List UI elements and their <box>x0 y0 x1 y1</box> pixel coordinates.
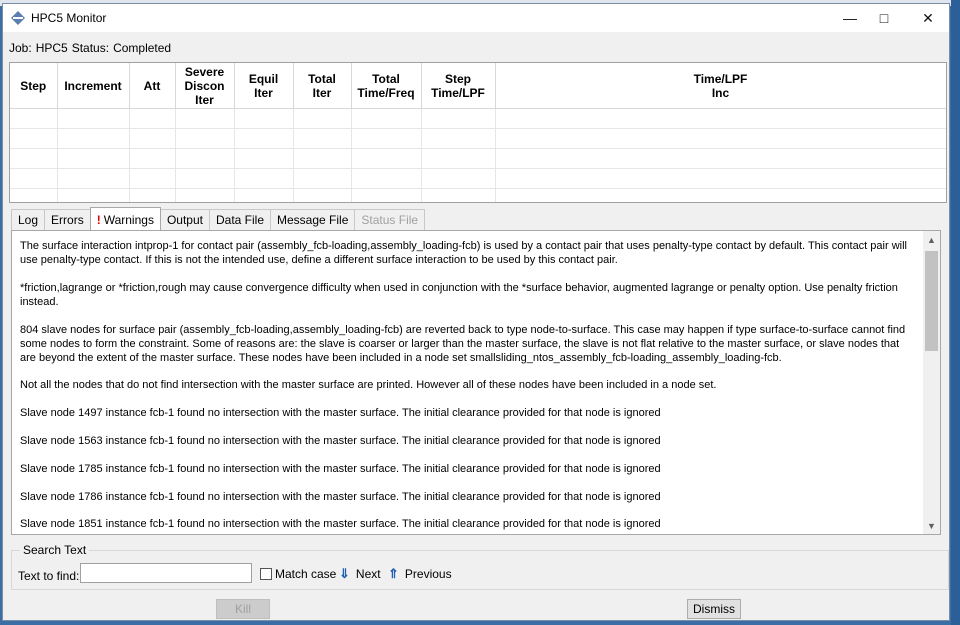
dismiss-button[interactable]: Dismiss <box>687 599 741 619</box>
column-header-equil-iter[interactable]: Equil Iter <box>234 63 294 109</box>
warnings-text: The surface interaction intprop-1 for co… <box>20 239 912 534</box>
column-header-time-lpf-inc[interactable]: Time/LPF Inc <box>495 63 946 109</box>
maximize-button[interactable]: □ <box>862 4 906 32</box>
tab-status-file: Status File <box>354 209 426 230</box>
job-label: Job: <box>9 41 32 55</box>
maximize-icon: □ <box>879 10 889 26</box>
monitor-window: HPC5 Monitor — □ ✕ Job: HPC5 Status: Comple… <box>2 3 950 621</box>
job-status-line: Job: HPC5 Status: Completed <box>9 41 175 55</box>
match-case-checkbox[interactable] <box>260 568 272 580</box>
minimize-icon: — <box>843 10 857 26</box>
log-paragraph: The surface interaction intprop-1 for co… <box>20 240 907 266</box>
kill-button: Kill <box>216 599 270 619</box>
log-paragraph: Slave node 1786 instance fcb-1 found no … <box>20 490 661 503</box>
progress-table: Step Increment Att Severe Discon Iter Eq… <box>9 62 947 203</box>
scroll-down-icon[interactable]: ▼ <box>923 517 940 534</box>
table-header-row: Step Increment Att Severe Discon Iter Eq… <box>10 63 946 109</box>
table-row <box>10 148 946 169</box>
previous-button[interactable]: ⇑ Previous <box>388 566 452 582</box>
tab-errors[interactable]: Errors <box>44 209 91 230</box>
table-row <box>10 128 946 149</box>
table-row <box>10 168 946 189</box>
column-header-att[interactable]: Att <box>129 63 176 109</box>
status-label: Status: <box>71 41 110 55</box>
search-group-title: Search Text <box>20 543 90 557</box>
tab-log[interactable]: Log <box>11 209 46 230</box>
arrow-up-icon: ⇑ <box>388 566 399 581</box>
title-bar: HPC5 Monitor — □ ✕ <box>3 4 949 32</box>
table-body <box>10 108 946 202</box>
tab-message-file[interactable]: Message File <box>270 209 356 230</box>
vertical-scrollbar[interactable]: ▲ ▼ <box>923 231 940 534</box>
window-title: HPC5 Monitor <box>31 11 107 25</box>
log-paragraph: Slave node 1563 instance fcb-1 found no … <box>20 434 661 447</box>
status-value: Completed <box>113 41 172 55</box>
table-row <box>10 108 946 129</box>
next-button[interactable]: ⇓ Next <box>339 566 381 582</box>
tab-warnings[interactable]: ! Warnings <box>89 207 161 230</box>
column-header-increment[interactable]: Increment <box>57 63 130 109</box>
log-tabs: Log Errors ! Warnings Output Data File Me… <box>11 207 426 231</box>
app-icon <box>11 11 25 25</box>
search-text-group: Search Text Text to find: Match case ⇓ N… <box>11 543 949 590</box>
tab-data-file[interactable]: Data File <box>208 209 272 230</box>
column-header-step[interactable]: Step <box>10 63 58 109</box>
warning-icon: ! <box>96 213 101 227</box>
column-header-total-time-freq[interactable]: Total Time/Freq <box>351 63 422 109</box>
log-paragraph: 804 slave nodes for surface pair (assemb… <box>20 323 906 364</box>
find-input[interactable] <box>80 563 252 583</box>
job-name: HPC5 <box>35 41 68 55</box>
close-button[interactable]: ✕ <box>906 4 950 32</box>
log-paragraph: Slave node 1497 instance fcb-1 found no … <box>20 407 661 420</box>
table-row <box>10 188 946 202</box>
column-header-severe-discon-iter[interactable]: Severe Discon Iter <box>175 63 235 109</box>
find-label: Text to find: <box>18 569 80 583</box>
match-case-label[interactable]: Match case <box>275 567 336 581</box>
warnings-text-area[interactable]: The surface interaction intprop-1 for co… <box>11 230 941 535</box>
column-header-step-time-lpf[interactable]: Step Time/LPF <box>421 63 496 109</box>
tab-output[interactable]: Output <box>159 209 210 230</box>
log-paragraph: *friction,lagrange or *friction,rough ma… <box>20 281 898 308</box>
desktop-background-right <box>951 0 960 625</box>
log-paragraph: Not all the nodes that do not find inter… <box>20 379 717 392</box>
log-paragraph: Slave node 1851 instance fcb-1 found no … <box>20 518 661 531</box>
column-header-total-iter[interactable]: Total Iter <box>293 63 352 109</box>
close-icon: ✕ <box>922 9 934 26</box>
log-paragraph: Slave node 1785 instance fcb-1 found no … <box>20 462 661 475</box>
scrollbar-thumb[interactable] <box>925 251 938 351</box>
scroll-up-icon[interactable]: ▲ <box>923 231 940 248</box>
arrow-down-icon: ⇓ <box>339 566 350 581</box>
